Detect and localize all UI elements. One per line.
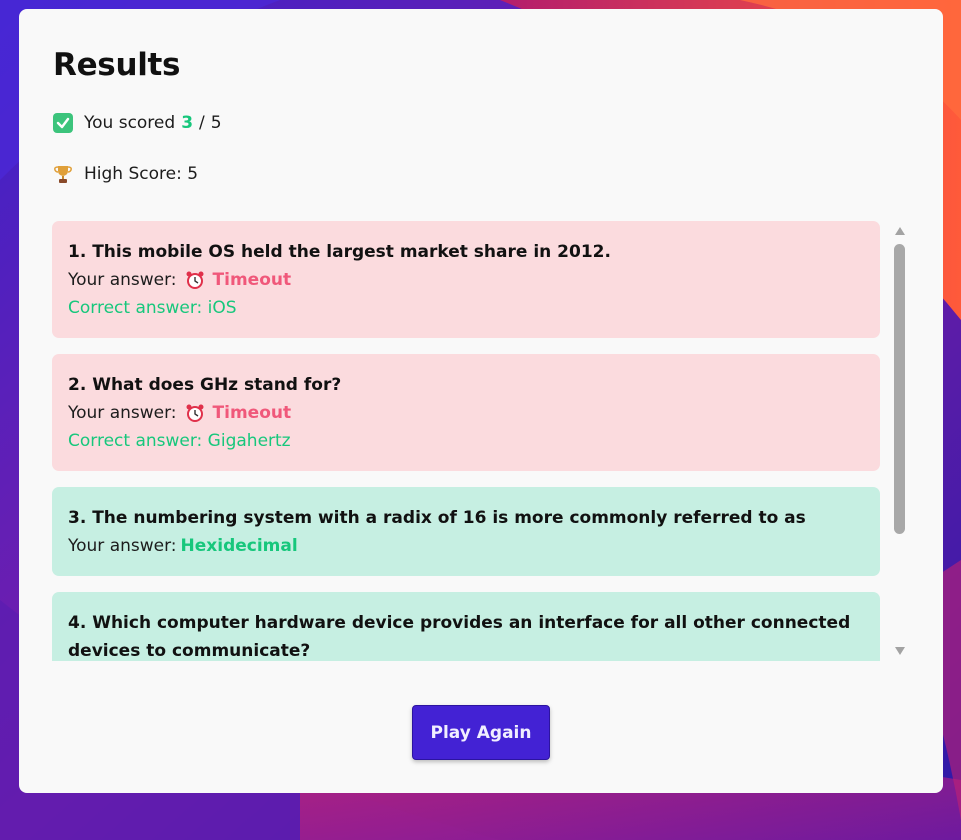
score-total: 5 [210,113,222,133]
answers-list[interactable]: 1. This mobile OS held the largest marke… [52,221,880,661]
answer-card-3: 3. The numbering system with a radix of … [52,487,880,576]
question-text: 3. The numbering system with a radix of … [68,508,806,528]
high-score-line: High Score: 5 [53,164,198,184]
correct-answer: Correct answer: Gigahertz [68,431,291,451]
your-answer-label: Your answer: [68,403,177,423]
trophy-icon [53,164,73,184]
your-answer-value: Hexidecimal [180,536,298,556]
score-line: You scored 3 / 5 [53,113,222,133]
scroll-down-arrow-icon[interactable] [895,647,905,655]
your-answer-value: Timeout [212,403,292,423]
question-text: 2. What does GHz stand for? [68,375,342,395]
timeout-answer: Timeout [177,266,292,294]
results-card: Results You scored 3 / 5 High Score: 5 1… [19,9,943,793]
alarm-clock-icon [185,403,205,423]
play-again-button[interactable]: Play Again [412,705,550,760]
timeout-answer: Timeout [177,399,292,427]
check-icon [53,113,73,133]
results-title: Results [53,47,181,83]
score-prefix: You scored [84,113,176,133]
your-answer-value: Timeout [212,270,292,290]
score-separator: / [199,113,205,133]
alarm-clock-icon [185,270,205,290]
high-score-label: High Score: 5 [84,164,199,184]
scrollbar-thumb[interactable] [894,244,905,534]
your-answer-label: Your answer: [68,536,177,556]
your-answer-line: Your answer: Hexidecimal [68,532,864,560]
your-answer-label: Your answer: [68,270,177,290]
question-text: 1. This mobile OS held the largest marke… [68,242,611,262]
score-value: 3 [181,113,194,133]
question-text: 4. Which computer hardware device provid… [68,613,851,661]
scroll-up-arrow-icon[interactable] [895,227,905,235]
correct-answer: Correct answer: iOS [68,298,237,318]
answers-scrollbar[interactable] [892,223,908,663]
your-answer-line: Your answer: Timeout [68,266,864,294]
your-answer-line: Your answer: Timeout [68,399,864,427]
answer-card-4: 4. Which computer hardware device provid… [52,592,880,661]
answer-card-2: 2. What does GHz stand for? Your answer:… [52,354,880,471]
answer-card-1: 1. This mobile OS held the largest marke… [52,221,880,338]
